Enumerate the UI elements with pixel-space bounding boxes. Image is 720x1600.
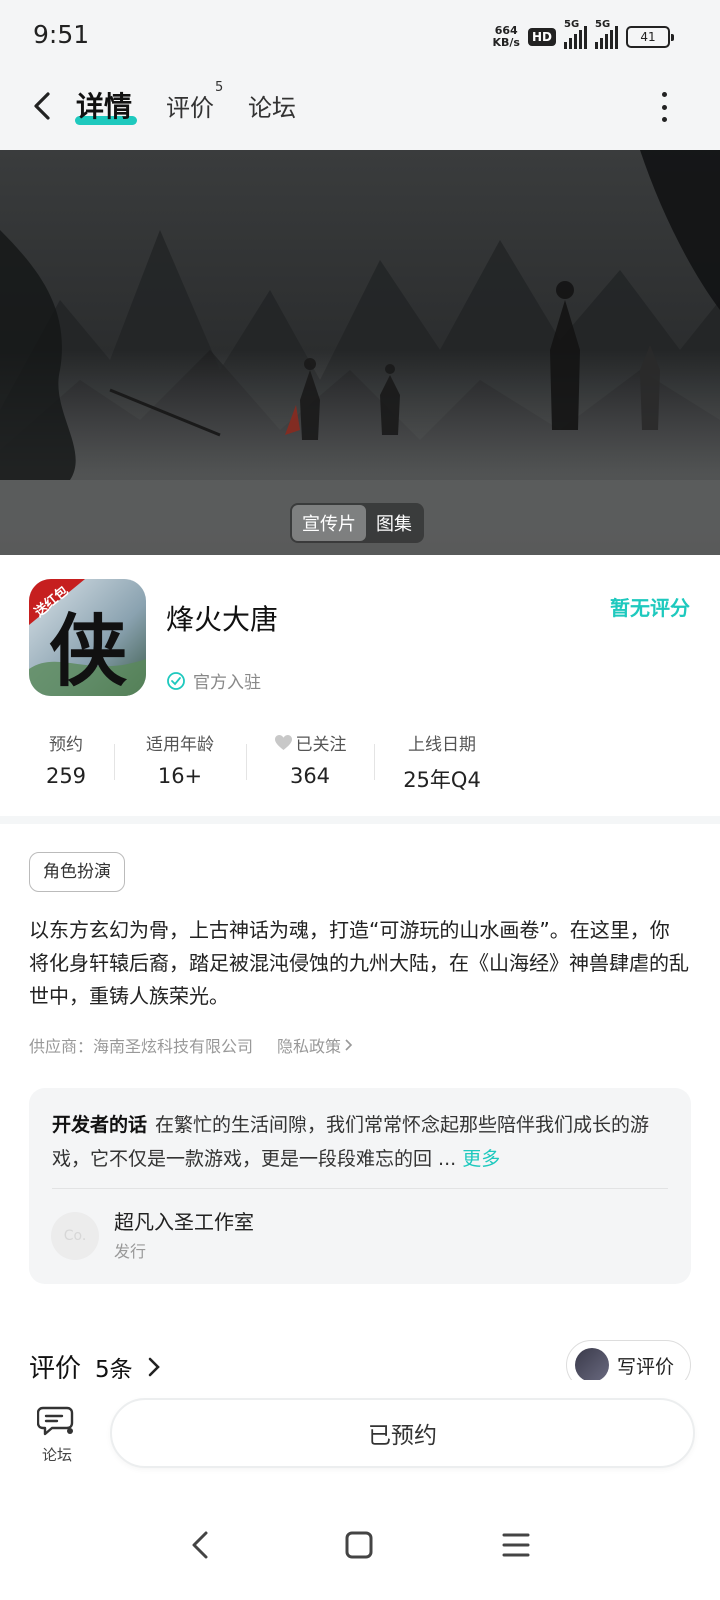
banner-artwork [0, 150, 720, 555]
promo-video-tab[interactable]: 宣传片 [292, 505, 366, 541]
tab-details[interactable]: 详情 [76, 85, 132, 125]
tab-reviews[interactable]: 评价 [166, 88, 214, 123]
stat-launch-date: 上线日期 25年Q4 [403, 735, 481, 792]
stat-divider [114, 744, 115, 780]
publisher-name[interactable]: 超凡入圣工作室 [114, 1206, 254, 1235]
stats-row: 预约 259 适用年龄 16+ 已关注 364 上线日期 25年Q4 [0, 730, 720, 792]
status-bar: 9:51 664 KB/s HD 5G 5G 41 [0, 0, 720, 72]
back-arrow-icon [34, 92, 50, 120]
battery-icon: 41 [626, 26, 674, 48]
status-indicators: 664 KB/s HD 5G 5G 41 [492, 19, 674, 52]
forum-button[interactable]: 论坛 [30, 1404, 84, 1465]
tab-forum[interactable]: 论坛 [248, 88, 296, 123]
developer-card: 开发者的话 在繁忙的生活间隙，我们常常怀念起那些陪伴我们成长的游戏，它不仅是一款游… [29, 1088, 691, 1284]
more-options-icon[interactable] [660, 92, 668, 122]
privacy-policy-link[interactable]: 隐私政策 [277, 1033, 355, 1057]
stat-age-rating: 适用年龄 16+ [146, 735, 214, 788]
stat-divider [374, 744, 375, 780]
supplier-text: 供应商：海南圣炫科技有限公司 [29, 1037, 254, 1056]
system-back-icon[interactable] [182, 1525, 222, 1565]
hd-voice-icon: HD [527, 28, 556, 46]
chevron-right-icon [345, 1039, 353, 1051]
network-speed: 664 KB/s [492, 24, 520, 49]
game-description: 以东方玄幻为骨，上古神话为魂，打造“可游玩的山水画卷”。在这里，你将化身轩辕后裔… [29, 918, 689, 1008]
official-badge: 官方入驻 [166, 668, 261, 693]
gallery-tab[interactable]: 图集 [366, 505, 422, 541]
section-divider [0, 816, 720, 824]
stat-reservations: 预约 259 [45, 735, 87, 788]
developer-note-heading: 开发者的话 [52, 1114, 148, 1136]
app-icon-glyph: 侠 [49, 606, 128, 696]
card-divider [52, 1188, 668, 1189]
system-home-icon[interactable] [339, 1525, 379, 1565]
user-avatar [574, 1348, 609, 1382]
supplier-info: 供应商：海南圣炫科技有限公司 隐私政策 [29, 1033, 355, 1057]
top-nav: 详情 评价 5 论坛 [0, 72, 720, 150]
system-menu-icon[interactable] [496, 1525, 536, 1565]
app-title: 烽火大唐 [166, 603, 279, 636]
reviews-count: 5条 [95, 1356, 133, 1383]
review-count-badge: 5 [215, 80, 224, 95]
app-icon: 送红包 侠 [29, 579, 146, 696]
stat-followers[interactable]: 已关注 364 [262, 730, 358, 788]
developer-note: 开发者的话 在繁忙的生活间隙，我们常常怀念起那些陪伴我们成长的游戏，它不仅是一款游… [52, 1108, 672, 1176]
heart-icon [274, 734, 292, 751]
media-toggle: 宣传片 图集 [290, 503, 424, 543]
reserved-button[interactable]: 已预约 [110, 1398, 695, 1468]
bottom-action-bar: 论坛 已预约 [0, 1380, 720, 1490]
publisher-avatar[interactable]: Co. [51, 1212, 99, 1260]
back-button[interactable] [28, 86, 64, 126]
signal-icon-sim2: 5G [595, 19, 618, 49]
signal-icon-sim1: 5G [564, 19, 587, 49]
chat-bubble-icon [36, 1406, 74, 1436]
developer-more-link[interactable]: 更多 [462, 1148, 500, 1170]
genre-tag[interactable]: 角色扮演 [29, 852, 125, 892]
chevron-right-icon [148, 1357, 160, 1376]
system-navigation-bar [0, 1505, 720, 1600]
promo-banner[interactable]: 宣传片 图集 [0, 150, 720, 555]
status-time: 9:51 [33, 20, 90, 49]
stat-divider [246, 744, 247, 780]
publisher-role: 发行 [114, 1242, 147, 1261]
verified-check-icon [167, 671, 185, 690]
official-label: 官方入驻 [193, 673, 261, 693]
rating-status: 暂无评分 [610, 596, 690, 620]
